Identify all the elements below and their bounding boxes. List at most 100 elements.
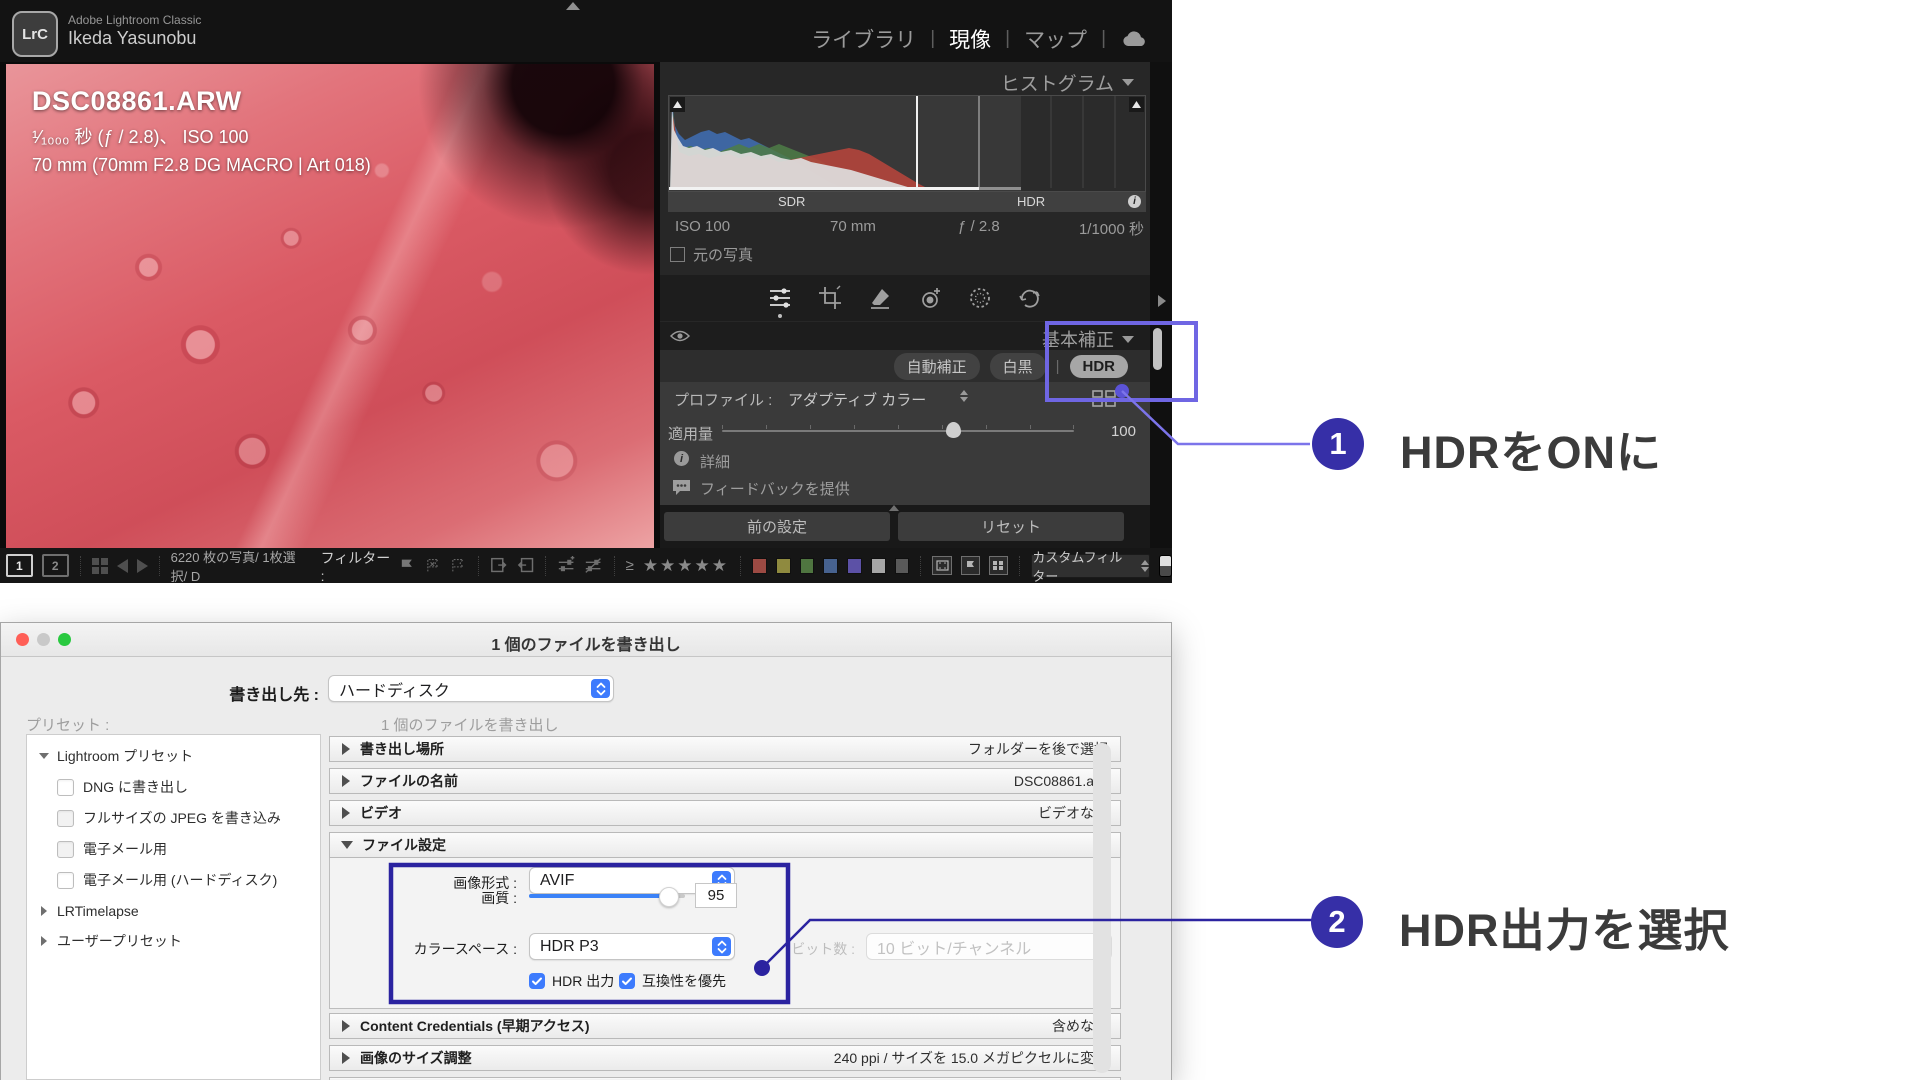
right-panel-collapse-icon[interactable] bbox=[1158, 294, 1166, 312]
red-eye-tool[interactable] bbox=[917, 285, 943, 311]
feedback-row[interactable]: フィードバックを提供 bbox=[660, 472, 1150, 505]
color-label-purple[interactable] bbox=[847, 558, 862, 574]
bitdepth-label: ビット数 : bbox=[770, 939, 855, 959]
details-row[interactable]: i 詳細 bbox=[660, 448, 1150, 472]
black-white-button[interactable]: 白黒 bbox=[990, 353, 1046, 380]
filter-switch[interactable] bbox=[1159, 555, 1172, 577]
basic-panel-header[interactable]: 基本補正 bbox=[660, 322, 1150, 350]
color-label-light-gray[interactable] bbox=[871, 558, 886, 574]
photo-preview[interactable]: DSC08861.ARW ¹⁄₁₀₀₀ 秒 (ƒ / 2.8)、 ISO 100… bbox=[6, 64, 654, 548]
amount-slider[interactable] bbox=[722, 430, 1074, 432]
section-file-naming[interactable]: ファイルの名前 DSC08861.avif bbox=[329, 768, 1121, 794]
profile-stepper-icon[interactable] bbox=[960, 390, 968, 402]
next-photo-icon[interactable] bbox=[137, 559, 148, 573]
flag-reject-icon[interactable] bbox=[451, 558, 467, 573]
disclosure-triangle-icon bbox=[342, 807, 350, 819]
info-icon[interactable]: i bbox=[1128, 195, 1141, 208]
compatibility-option[interactable]: 互換性を優先 bbox=[619, 971, 726, 991]
module-map[interactable]: マップ bbox=[1024, 24, 1087, 54]
details-link[interactable]: 詳細 bbox=[700, 451, 730, 472]
color-label-green[interactable] bbox=[800, 558, 815, 574]
quality-value-field[interactable]: 95 bbox=[695, 883, 737, 908]
edit-sliders-tool[interactable] bbox=[767, 285, 793, 311]
aperture-value: ƒ / 2.8 bbox=[958, 218, 1000, 235]
star-rating-filter[interactable]: ★★★★★ bbox=[643, 556, 729, 576]
original-photo-checkbox[interactable] bbox=[670, 247, 685, 262]
amount-label: 適用量 bbox=[668, 423, 713, 444]
preset-group-user[interactable]: ユーザープリセット bbox=[27, 928, 320, 954]
amount-slider-thumb[interactable] bbox=[946, 422, 961, 438]
top-panel-collapse-icon[interactable] bbox=[566, 2, 580, 10]
import-icon[interactable] bbox=[517, 556, 534, 575]
section-content-credentials[interactable]: Content Credentials (早期アクセス) 含めない bbox=[329, 1013, 1121, 1039]
section-image-sizing[interactable]: 画像のサイズ調整 240 ppi / サイズを 15.0 メガピクセルに変更 bbox=[329, 1045, 1121, 1071]
section-video[interactable]: ビデオ ビデオなし bbox=[329, 800, 1121, 826]
panel-scrollbar-thumb[interactable] bbox=[1153, 328, 1162, 370]
panel-switch-eye-icon[interactable] bbox=[670, 329, 690, 343]
thumbnail-view-icon[interactable] bbox=[989, 556, 1008, 575]
previous-photo-icon[interactable] bbox=[117, 559, 128, 573]
filter-sliders-icon[interactable] bbox=[557, 556, 575, 575]
quality-slider[interactable] bbox=[529, 894, 685, 898]
module-library[interactable]: ライブラリ bbox=[811, 24, 916, 54]
preset-checkbox[interactable] bbox=[57, 872, 74, 889]
reset-button[interactable]: リセット bbox=[898, 512, 1124, 541]
filmstrip-view-icon[interactable] bbox=[932, 556, 951, 575]
crop-tool[interactable] bbox=[817, 285, 843, 311]
export-icon[interactable] bbox=[490, 556, 507, 575]
custom-filter-dropdown[interactable]: カスタムフィルター bbox=[1031, 554, 1150, 578]
hdr-output-checkbox[interactable] bbox=[529, 973, 545, 989]
photo-lens-info: 70 mm (70mm F2.8 DG MACRO | Art 018) bbox=[32, 155, 371, 176]
preset-checkbox[interactable] bbox=[57, 779, 74, 796]
color-label-blue[interactable] bbox=[823, 558, 838, 574]
lightroom-logo: LrC bbox=[12, 11, 58, 57]
auto-tone-button[interactable]: 自動補正 bbox=[894, 353, 980, 380]
flag-view-icon[interactable] bbox=[961, 556, 980, 575]
compatibility-checkbox[interactable] bbox=[619, 973, 635, 989]
color-label-gray[interactable] bbox=[895, 558, 910, 574]
export-to-dropdown[interactable]: ハードディスク bbox=[328, 675, 614, 702]
preset-item-fullsize-jpeg[interactable]: フルサイズの JPEG を書き込み bbox=[27, 805, 320, 831]
previous-settings-button[interactable]: 前の設定 bbox=[664, 512, 890, 541]
masking-tool[interactable] bbox=[967, 285, 993, 311]
second-window-button[interactable]: 2 bbox=[42, 554, 69, 577]
color-label-yellow[interactable] bbox=[776, 558, 791, 574]
rating-ge-symbol[interactable]: ≥ bbox=[626, 557, 634, 574]
app-name: Adobe Lightroom Classic bbox=[68, 13, 201, 27]
preset-checkbox[interactable] bbox=[57, 810, 74, 827]
profile-value[interactable]: アダプティブ カラー bbox=[788, 389, 926, 410]
chevron-right-icon bbox=[41, 906, 47, 916]
tutorial-page: LrC Adobe Lightroom Classic Ikeda Yasuno… bbox=[0, 0, 1920, 1080]
preset-group-lightroom[interactable]: Lightroom プリセット bbox=[27, 743, 320, 769]
amount-slider-row: 適用量 100 bbox=[660, 414, 1150, 448]
cloud-sync-icon[interactable] bbox=[1120, 30, 1148, 48]
section-file-settings[interactable]: ファイル設定 bbox=[329, 832, 1121, 858]
profile-browser-grid-icon[interactable] bbox=[1092, 390, 1118, 407]
preset-item-email-harddisk[interactable]: 電子メール用 (ハードディスク) bbox=[27, 867, 320, 893]
histogram-panel-header[interactable]: ヒストグラム bbox=[1001, 69, 1134, 96]
flag-pick-icon[interactable] bbox=[400, 558, 416, 573]
module-develop[interactable]: 現像 bbox=[949, 24, 991, 54]
histogram[interactable] bbox=[668, 95, 1146, 192]
preset-group-lrtimelapse[interactable]: LRTimelapse bbox=[27, 898, 320, 924]
hdr-output-option[interactable]: HDR 出力 bbox=[529, 971, 614, 991]
colorspace-dropdown[interactable]: HDR P3 bbox=[529, 933, 735, 960]
preset-item-email[interactable]: 電子メール用 bbox=[27, 836, 320, 862]
grid-view-icon[interactable] bbox=[92, 558, 108, 574]
color-label-red[interactable] bbox=[752, 558, 767, 574]
healing-tool[interactable] bbox=[867, 285, 893, 311]
flag-unflagged-icon[interactable] bbox=[426, 558, 442, 573]
quality-slider-knob[interactable] bbox=[659, 887, 679, 907]
hdr-button[interactable]: HDR bbox=[1070, 355, 1129, 378]
original-photo-toggle[interactable]: 元の写真 bbox=[670, 244, 753, 265]
footer-collapse-icon[interactable] bbox=[889, 505, 899, 511]
disclosure-triangle-icon bbox=[342, 1052, 350, 1064]
main-window-button[interactable]: 1 bbox=[6, 554, 33, 577]
filter-off-icon[interactable] bbox=[584, 556, 602, 575]
preset-item-dng[interactable]: DNG に書き出し bbox=[27, 774, 320, 800]
dialog-scrollbar[interactable] bbox=[1093, 743, 1111, 1073]
feedback-link[interactable]: フィードバックを提供 bbox=[700, 478, 850, 499]
section-export-location[interactable]: 書き出し場所 フォルダーを後で選択 bbox=[329, 736, 1121, 762]
preset-checkbox[interactable] bbox=[57, 841, 74, 858]
sync-tool[interactable] bbox=[1017, 285, 1043, 311]
